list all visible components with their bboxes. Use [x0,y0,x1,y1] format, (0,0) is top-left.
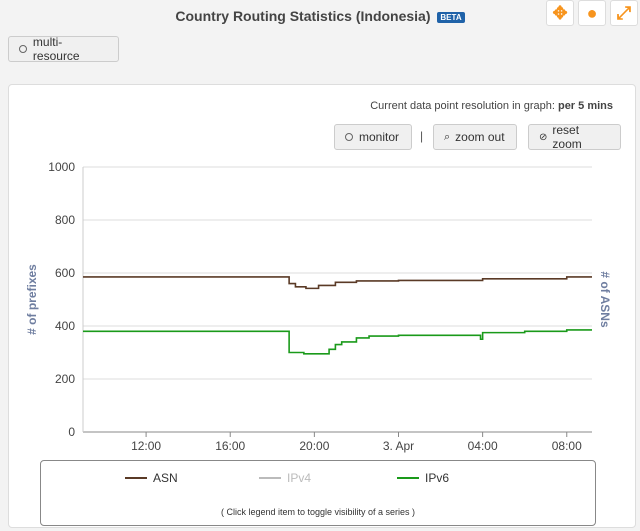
legend-item-asn[interactable]: ASN [125,471,178,485]
y-tick-label: 0 [68,425,75,439]
legend-line-ipv4 [259,477,281,479]
x-tick-label: 12:00 [131,439,161,453]
x-tick-label: 20:00 [299,439,329,453]
y-axis-title-right: # of ASNs [598,271,612,328]
legend-item-ipv4[interactable]: IPv4 [259,471,311,485]
x-tick-label: 04:00 [468,439,498,453]
legend-item-ipv6[interactable]: IPv6 [397,471,449,485]
series-line-asn [83,276,592,290]
legend-label-asn: ASN [153,471,178,485]
y-tick-label: 800 [55,213,75,227]
x-tick-label: 08:00 [552,439,582,453]
x-tick-label: 3. Apr [383,439,414,453]
legend-line-asn [125,477,147,479]
x-tick-label: 16:00 [215,439,245,453]
routing-chart[interactable]: 0 200 400 600 800 1000 12:00 16:00 20:00 3. Apr 04… [0,0,640,531]
y-tick-label: 200 [55,372,75,386]
legend-label-ipv6: IPv6 [425,471,450,485]
legend-note: ( Click legend item to toggle visibility… [220,507,416,517]
y-axis-title: # of prefixes [25,264,39,335]
y-tick-label: 1000 [48,160,75,174]
y-tick-label: 400 [55,319,75,333]
chart-legend: ASN IPv4 IPv6 ( Click legend item to tog… [40,460,596,526]
series-line-ipv6 [83,329,592,355]
legend-line-ipv6 [397,477,419,479]
legend-label-ipv4: IPv4 [287,471,312,485]
y-tick-label: 600 [55,266,75,280]
